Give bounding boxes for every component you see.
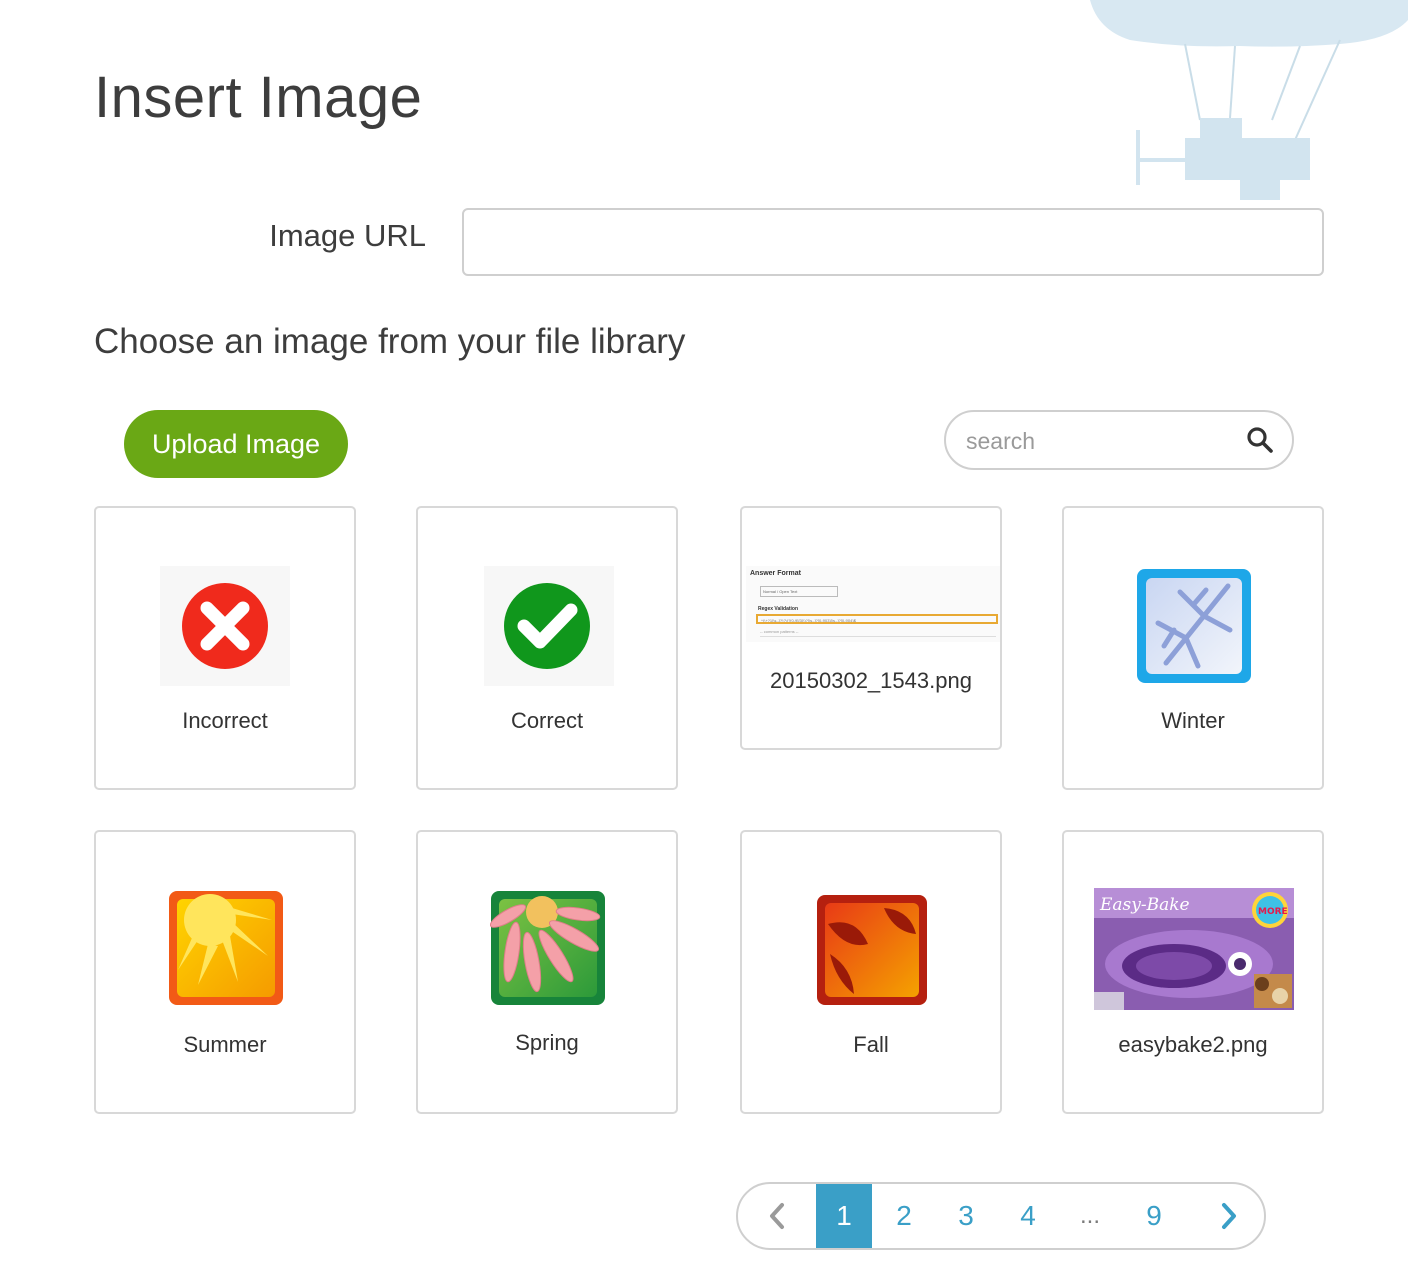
image-label: easybake2.png (1118, 1032, 1268, 1057)
image-card-summer[interactable]: Summer (94, 830, 356, 1114)
easybake-brand: Easy-Bake (1099, 895, 1190, 915)
sun-icon (169, 891, 283, 1005)
page-title: Insert Image (94, 65, 423, 130)
thumb-select: Normal / Open Text (760, 586, 838, 597)
checkmark-circle-icon (484, 566, 614, 686)
image-card-20150302[interactable]: Answer Format Normal / Open Text Regex V… (740, 506, 1002, 750)
image-card-fall[interactable]: Fall (740, 830, 1002, 1114)
thumb-validation-label: Regex Validation (758, 606, 799, 612)
page-button-9[interactable]: 9 (1124, 1184, 1184, 1248)
thumb-heading: Answer Format (750, 570, 801, 577)
upload-image-button[interactable]: Upload Image (124, 410, 348, 478)
page-button-2[interactable]: 2 (874, 1184, 934, 1248)
image-label: Spring (515, 1030, 579, 1055)
prev-page-button[interactable] (738, 1184, 816, 1248)
image-url-label: Image URL (269, 218, 426, 253)
chevron-right-icon (1222, 1203, 1236, 1229)
screenshot-thumbnail: Answer Format Normal / Open Text Regex V… (746, 566, 1000, 642)
file-library-heading: Choose an image from your file library (94, 322, 686, 361)
image-label: Fall (853, 1032, 889, 1057)
search-icon[interactable] (1246, 426, 1274, 454)
flower-icon (490, 891, 605, 1005)
x-circle-icon (160, 566, 290, 686)
image-label: Incorrect (182, 708, 268, 733)
image-card-spring[interactable]: Spring (416, 830, 678, 1114)
page-button-4[interactable]: 4 (998, 1184, 1058, 1248)
easy-bake-oven-photo: Easy-Bake MORE (1094, 888, 1294, 1010)
page-ellipsis: ... (1079, 1202, 1100, 1229)
chevron-left-icon (770, 1203, 784, 1229)
easybake-badge: MORE (1258, 907, 1288, 917)
thumb-regex-field: ^(\+?1[\s.-]?)?\(?[0-9]{3}\)?[\s.-]?[0-9… (756, 614, 998, 624)
page-button-1[interactable]: 1 (816, 1184, 872, 1248)
image-card-correct[interactable]: Correct (416, 506, 678, 790)
image-label: Correct (510, 708, 584, 733)
image-card-incorrect[interactable]: Incorrect (94, 506, 356, 790)
image-label: Summer (183, 1032, 267, 1057)
image-url-input[interactable] (462, 208, 1324, 276)
image-label: Winter (1161, 708, 1225, 733)
next-page-button[interactable] (1194, 1184, 1264, 1248)
search-input[interactable] (964, 420, 1238, 462)
image-card-easybake2[interactable]: Easy-Bake MORE easybake2.png (1062, 830, 1324, 1114)
hot-air-balloon-illustration (1090, 0, 1408, 200)
pagination: 1 2 3 4 ... 9 (736, 1182, 1266, 1250)
search-box (944, 410, 1294, 470)
image-card-winter[interactable]: Winter (1062, 506, 1324, 790)
leaves-icon (817, 895, 927, 1005)
thumb-patterns: -- common patterns -- (760, 628, 996, 637)
image-label: 20150302_1543.png (770, 668, 972, 693)
page-button-3[interactable]: 3 (936, 1184, 996, 1248)
snowflake-icon (1137, 569, 1251, 683)
